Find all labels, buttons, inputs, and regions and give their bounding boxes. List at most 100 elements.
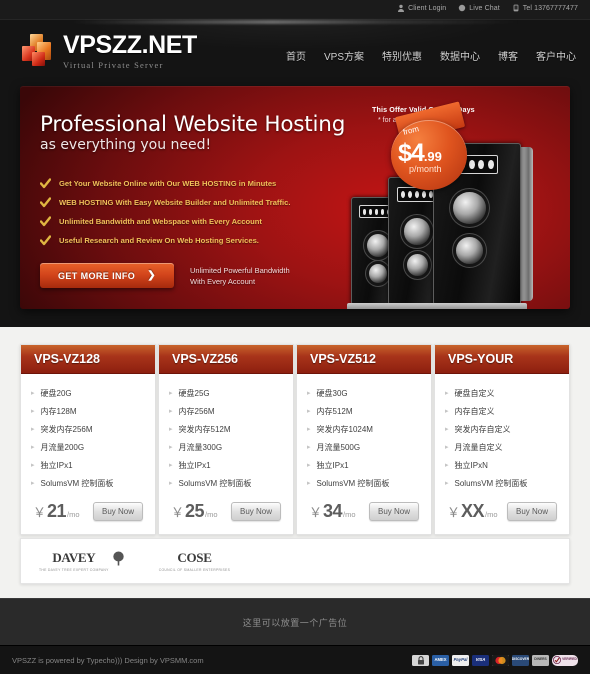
top-utility-bar: Client Login Live Chat Tel 13767777477 xyxy=(0,0,590,20)
feature-row: ▸ 硬盘25G xyxy=(169,384,283,402)
chevron-right-icon: ▸ xyxy=(169,389,173,397)
chevron-right-icon: ▸ xyxy=(31,425,35,433)
cta-label: GET MORE INFO xyxy=(58,270,136,281)
hero-feature-label: WEB HOSTING With Easy Website Builder an… xyxy=(59,198,291,207)
feature-label: SolumsVM 控制面板 xyxy=(178,478,252,488)
feature-row: ▸ 内存128M xyxy=(31,402,145,420)
nav-item-client-center[interactable]: 客户中心 xyxy=(536,48,576,63)
price-amount: XX xyxy=(461,501,485,521)
pricing-card: VPS-VZ256 ▸ 硬盘25G ▸ 内存256M ▸ 突发内存512M ▸ 月流量3… xyxy=(158,344,294,535)
feature-row: ▸ 月流量200G xyxy=(31,438,145,456)
partner-name: COSE xyxy=(177,550,212,565)
chevron-right-icon: ❯ xyxy=(147,269,156,281)
chevron-right-icon: ▸ xyxy=(445,443,449,451)
hero-feature-item: WEB HOSTING With Easy Website Builder an… xyxy=(39,193,340,212)
chevron-right-icon: ▸ xyxy=(307,443,311,451)
chevron-right-icon: ▸ xyxy=(169,443,173,451)
nav-item-home[interactable]: 首页 xyxy=(286,48,306,63)
price: ￥ 21 /mo xyxy=(33,501,80,522)
feature-row: ▸ 内存自定义 xyxy=(445,402,559,420)
hero-banner: Professional Website Hosting as everythi… xyxy=(20,86,570,309)
logo-subtitle: Virtual Private Server xyxy=(63,60,164,70)
nav-item-special-offers[interactable]: 特别优惠 xyxy=(382,48,422,63)
price: ￥ 34 /mo xyxy=(309,501,356,522)
pricing-cards: VPS-VZ128 ▸ 硬盘20G ▸ 内存128M ▸ 突发内存256M ▸ 月流量2… xyxy=(20,344,570,535)
pricing-card-body: ▸ 硬盘30G ▸ 内存512M ▸ 突发内存1024M ▸ 月流量500G ▸ 独立IP… xyxy=(297,374,431,534)
feature-row: ▸ 硬盘自定义 xyxy=(445,384,559,402)
chevron-right-icon: ▸ xyxy=(307,461,311,469)
partner-tagline: THE DAVEY TREE EXPERT COMPANY xyxy=(39,568,109,572)
verified-badge-icon[interactable]: VERIFIED xyxy=(552,654,578,666)
feature-label: 月流量自定义 xyxy=(454,442,503,452)
badge-period: p/month xyxy=(409,164,442,174)
chevron-right-icon: ▸ xyxy=(31,479,35,487)
hero-heading: Professional Website Hosting xyxy=(40,112,346,137)
price: ￥ XX /mo xyxy=(447,501,498,522)
pricing-card-title: VPS-VZ128 xyxy=(21,345,155,374)
discover-card-icon: DISCOVER xyxy=(512,654,529,666)
feature-row: ▸ 独立IPx1 xyxy=(307,456,421,474)
header-area: Client Login Live Chat Tel 13767777477 V… xyxy=(0,0,590,327)
phone-icon xyxy=(512,4,520,12)
site-logo[interactable]: VPSZZ.NET Virtual Private Server xyxy=(20,33,197,70)
buy-now-button[interactable]: Buy Now xyxy=(230,502,281,521)
feature-label: 硬盘20G xyxy=(40,388,72,398)
chevron-right-icon: ▸ xyxy=(31,389,35,397)
main-navigation: 首页 VPS方案 特别优惠 数据中心 博客 客户中心 xyxy=(286,48,576,63)
feature-label: 月流量500G xyxy=(316,442,361,452)
pricing-card-title: VPS-VZ256 xyxy=(159,345,293,374)
feature-label: SolumsVM 控制面板 xyxy=(40,478,114,488)
feature-row: ▸ 月流量500G xyxy=(307,438,421,456)
buy-now-button[interactable]: Buy Now xyxy=(506,502,557,521)
chevron-right-icon: ▸ xyxy=(169,425,173,433)
hero-feature-list: Get Your Website Online with Our WEB HOS… xyxy=(39,174,340,250)
pricing-card: VPS-VZ128 ▸ 硬盘20G ▸ 内存128M ▸ 突发内存256M ▸ 月流量2… xyxy=(20,344,156,535)
ad-placeholder-strip[interactable]: 这里可以放置一个广告位 xyxy=(0,598,590,645)
feature-row: ▸ 突发内存512M xyxy=(169,420,283,438)
pricing-card-body: ▸ 硬盘20G ▸ 内存128M ▸ 突发内存256M ▸ 月流量200G ▸ 独立IPx… xyxy=(21,374,155,534)
feature-label: 突发内存256M xyxy=(40,424,93,434)
feature-label: 月流量200G xyxy=(40,442,85,452)
currency-symbol: ￥ xyxy=(171,505,185,520)
buy-now-button[interactable]: Buy Now xyxy=(92,502,143,521)
currency-symbol: ￥ xyxy=(309,505,323,520)
badge-amount: $4 xyxy=(398,139,425,167)
hero-feature-item: Unlimited Bandwidth and Webspace with Ev… xyxy=(39,212,340,231)
partner-logos: DAVEY THE DAVEY TREE EXPERT COMPANY COSE… xyxy=(20,538,570,584)
partner-logo-cose[interactable]: COSE COUNCIL OF SMALLER ENTERPRISES xyxy=(159,550,230,572)
nav-item-blog[interactable]: 博客 xyxy=(498,48,518,63)
site-footer: VPSZZ is powered by Typecho))) Design by… xyxy=(0,645,590,674)
feature-row: ▸ SolumsVM 控制面板 xyxy=(307,474,421,492)
client-login-link[interactable]: Client Login xyxy=(397,4,446,12)
price-row: ￥ 25 /mo Buy Now xyxy=(169,501,283,526)
nav-item-datacenter[interactable]: 数据中心 xyxy=(440,48,480,63)
chevron-right-icon: ▸ xyxy=(445,461,449,469)
badge-cents: .99 xyxy=(423,149,442,164)
feature-label: 独立IPxN xyxy=(454,460,488,470)
currency-symbol: ￥ xyxy=(33,505,47,520)
diners-card-icon: DINERS xyxy=(532,654,549,666)
live-chat-label: Live Chat xyxy=(469,4,500,12)
feature-label: 内存512M xyxy=(316,406,353,416)
feature-label: 突发内存512M xyxy=(178,424,231,434)
feature-label: 独立IPx1 xyxy=(178,460,211,470)
chevron-right-icon: ▸ xyxy=(445,407,449,415)
chevron-right-icon: ▸ xyxy=(307,389,311,397)
pricing-card-body: ▸ 硬盘25G ▸ 内存256M ▸ 突发内存512M ▸ 月流量300G ▸ 独立IPx… xyxy=(159,374,293,534)
logo-title: VPSZZ.NET xyxy=(63,31,197,59)
hero-subheading: as everything you need! xyxy=(40,137,212,153)
nav-item-vps-plans[interactable]: VPS方案 xyxy=(324,48,364,63)
get-more-info-button[interactable]: GET MORE INFO ❯ xyxy=(40,263,174,288)
feature-label: 硬盘自定义 xyxy=(454,388,495,398)
lock-icon xyxy=(412,654,429,666)
telephone-link[interactable]: Tel 13767777477 xyxy=(512,4,578,12)
partner-logo-davey[interactable]: DAVEY THE DAVEY TREE EXPERT COMPANY xyxy=(39,550,125,572)
buy-now-button[interactable]: Buy Now xyxy=(368,502,419,521)
check-icon xyxy=(39,197,52,208)
pricing-card-title: VPS-VZ512 xyxy=(297,345,431,374)
feature-label: 硬盘30G xyxy=(316,388,348,398)
feature-row: ▸ SolumsVM 控制面板 xyxy=(445,474,559,492)
live-chat-link[interactable]: Live Chat xyxy=(458,4,500,12)
feature-row: ▸ 内存256M xyxy=(169,402,283,420)
paypal-icon: PayPal xyxy=(452,654,469,666)
